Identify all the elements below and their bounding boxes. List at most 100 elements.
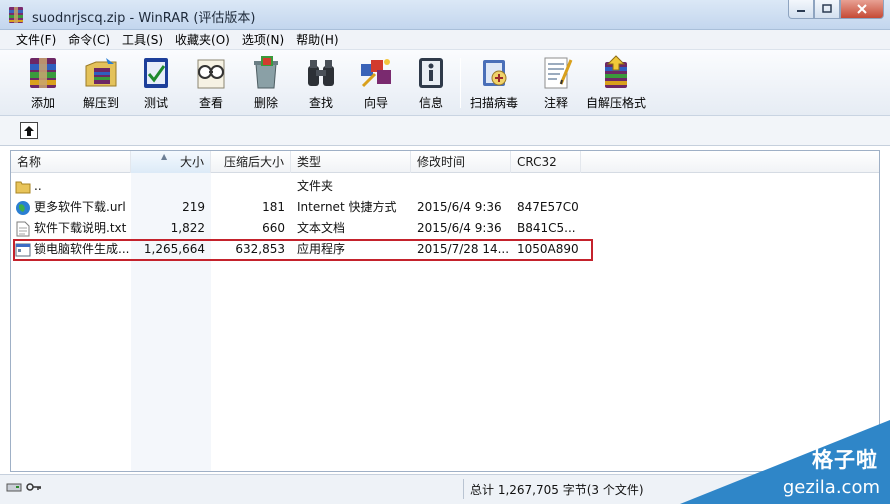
sfx-icon [595, 53, 637, 93]
delete-button[interactable]: 删除 [245, 53, 287, 113]
file-modified [411, 176, 511, 197]
column-header-size[interactable]: ▲ 大小 [131, 151, 211, 173]
delete-label: 删除 [253, 96, 278, 110]
menu-bar: 文件(F) 命令(C) 工具(S) 收藏夹(O) 选项(N) 帮助(H) [0, 30, 890, 50]
close-button[interactable] [840, 0, 884, 19]
find-label: 查找 [308, 96, 333, 110]
key-icon[interactable] [26, 481, 42, 493]
toolbar-separator [460, 58, 461, 108]
extract-to-button[interactable]: 解压到 [80, 53, 122, 113]
file-packed-size [211, 176, 291, 197]
file-size: 219 [182, 200, 205, 214]
watermark: 格子啦 gezila.com [680, 420, 890, 504]
column-header-size-label: 大小 [179, 155, 204, 169]
file-crc32: 847E57C0 [517, 200, 579, 214]
file-modified: 2015/6/4 9:36 [417, 200, 502, 214]
file-name-cell: 软件下载说明.txt [11, 218, 131, 239]
status-icons [6, 481, 42, 493]
file-type: 文件夹 [297, 179, 334, 193]
toolbar: 添加 解压到 测试 查看 删除 查找 向导 信息 扫描病毒 注释 自解压格式 [0, 50, 890, 116]
window-title: suodnrjscq.zip - WinRAR (评估版本) [32, 11, 256, 26]
file-size: 1,822 [170, 221, 205, 235]
wizard-button[interactable]: 向导 [355, 53, 397, 113]
menu-file[interactable]: 文件(F) [10, 30, 62, 50]
close-icon [857, 4, 867, 14]
test-button[interactable]: 测试 [135, 53, 177, 113]
info-label: 信息 [418, 96, 443, 110]
file-type: 文本文档 [297, 221, 346, 235]
virus-scan-icon [473, 53, 515, 93]
status-summary: 总计 1,267,705 字节(3 个文件) [470, 483, 644, 497]
view-button[interactable]: 查看 [190, 53, 232, 113]
menu-help[interactable]: 帮助(H) [290, 30, 344, 50]
file-crc32 [511, 176, 581, 197]
view-label: 查看 [198, 96, 223, 110]
add-archive-icon [22, 53, 64, 93]
extract-to-icon [80, 53, 122, 93]
find-icon [300, 53, 342, 93]
table-row[interactable]: .. 文件夹 [11, 176, 879, 197]
menu-tools[interactable]: 工具(S) [116, 30, 169, 50]
maximize-button[interactable] [814, 0, 840, 19]
column-header-name[interactable]: 名称 [11, 151, 131, 173]
file-modified: 2015/6/4 9:36 [417, 221, 502, 235]
view-icon [190, 53, 232, 93]
window-controls [788, 0, 884, 20]
find-button[interactable]: 查找 [300, 53, 342, 113]
file-name: .. [34, 179, 42, 193]
text-file-icon [15, 221, 31, 237]
test-icon [135, 53, 177, 93]
column-header-crc32[interactable]: CRC32 [511, 151, 581, 173]
wizard-icon [355, 53, 397, 93]
column-header-packed[interactable]: 压缩后大小 [211, 151, 291, 173]
comment-button[interactable]: 注释 [535, 53, 577, 113]
up-arrow-icon [24, 125, 34, 136]
file-name: 更多软件下载.url [34, 200, 126, 214]
highlight-box [13, 239, 593, 261]
column-header-modified[interactable]: 修改时间 [411, 151, 511, 173]
menu-command[interactable]: 命令(C) [62, 30, 116, 50]
address-bar [0, 116, 890, 146]
sfx-button[interactable]: 自解压格式 [586, 53, 646, 113]
sort-ascending-icon: ▲ [161, 152, 168, 161]
up-one-level-button[interactable] [20, 122, 38, 139]
folder-icon [15, 179, 31, 195]
status-separator [463, 479, 464, 499]
column-header-row: 名称 ▲ 大小 压缩后大小 类型 修改时间 CRC32 [11, 151, 879, 173]
minimize-icon [797, 10, 805, 12]
menu-favorites[interactable]: 收藏夹(O) [169, 30, 236, 50]
wizard-label: 向导 [363, 96, 388, 110]
column-header-type[interactable]: 类型 [291, 151, 411, 173]
info-icon [410, 53, 452, 93]
virus-scan-label: 扫描病毒 [470, 96, 519, 110]
test-label: 测试 [143, 96, 168, 110]
comment-label: 注释 [543, 96, 568, 110]
virus-scan-button[interactable]: 扫描病毒 [470, 53, 518, 113]
file-name-cell: 更多软件下载.url [11, 197, 131, 218]
watermark-title: 格子啦 [812, 448, 878, 472]
add-button[interactable]: 添加 [22, 53, 64, 113]
watermark-url: gezila.com [782, 477, 880, 498]
maximize-icon [822, 4, 832, 13]
file-name: 软件下载说明.txt [34, 221, 127, 235]
file-name-cell: .. [11, 176, 131, 197]
file-size [131, 176, 211, 197]
title-bar: suodnrjscq.zip - WinRAR (评估版本) [0, 0, 890, 30]
menu-options[interactable]: 选项(N) [236, 30, 290, 50]
file-packed-size: 181 [262, 200, 285, 214]
table-row[interactable]: 更多软件下载.url 219 181 Internet 快捷方式 2015/6/… [11, 197, 879, 218]
winrar-app-icon[interactable] [8, 6, 24, 24]
file-type: Internet 快捷方式 [297, 200, 397, 214]
file-crc32: B841C5... [517, 221, 576, 235]
comment-icon [535, 53, 577, 93]
add-label: 添加 [30, 96, 55, 110]
file-packed-size: 660 [262, 221, 285, 235]
globe-icon [15, 200, 31, 216]
info-button[interactable]: 信息 [410, 53, 452, 113]
minimize-button[interactable] [788, 0, 814, 19]
table-row[interactable]: 软件下载说明.txt 1,822 660 文本文档 2015/6/4 9:36 … [11, 218, 879, 239]
drive-icon[interactable] [6, 481, 22, 493]
extract-to-label: 解压到 [82, 96, 119, 110]
delete-icon [245, 53, 287, 93]
sfx-label: 自解压格式 [586, 96, 647, 110]
